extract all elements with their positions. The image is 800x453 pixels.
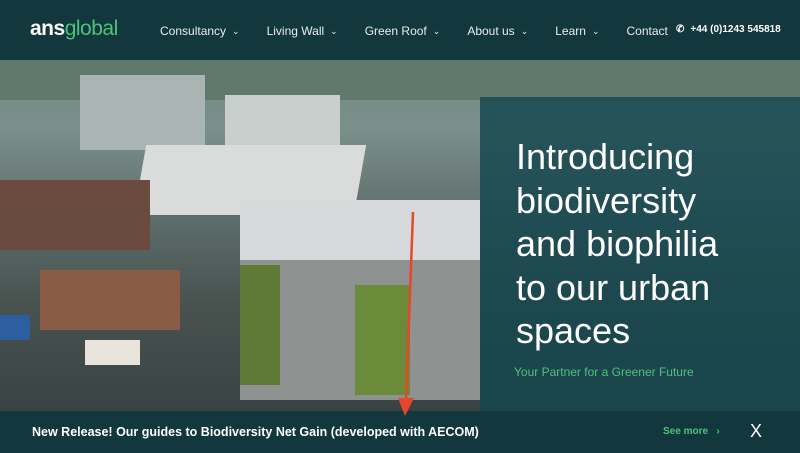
nav-about-us[interactable]: About us ⌄ (467, 24, 528, 38)
chevron-down-icon: ⌄ (520, 25, 529, 36)
chevron-down-icon: ⌄ (432, 25, 441, 36)
headline-line: biodiversity (516, 179, 697, 221)
headline-line: and biophilia (516, 223, 719, 264)
see-more-label: See more (663, 426, 709, 437)
logo[interactable]: ansglobal (30, 17, 118, 41)
see-more-link[interactable]: See more › (663, 426, 720, 437)
nav-green-roof[interactable]: Green Roof ⌄ (365, 24, 441, 38)
chevron-right-icon: › (716, 426, 720, 437)
hero-headline: Introducing biodiversity and biophilia t… (516, 135, 718, 353)
main-nav: Consultancy ⌄ Living Wall ⌄ Green Roof ⌄ Ab… (160, 24, 695, 38)
nav-contact[interactable]: Contact (626, 24, 667, 38)
nav-label: Green Roof (364, 24, 427, 38)
chevron-down-icon: ⌄ (232, 25, 240, 36)
nav-label: Consultancy (160, 24, 227, 38)
nav-label: About us (467, 24, 515, 38)
announcement-banner: New Release! Our guides to Biodiversity … (0, 411, 800, 453)
banner-text[interactable]: New Release! Our guides to Biodiversity … (32, 425, 479, 439)
nav-consultancy[interactable]: Consultancy ⌄ (160, 24, 240, 38)
hero-tagline: Your Partner for a Greener Future (514, 365, 694, 379)
hero-overlay-panel: Introducing biodiversity and biophilia t… (480, 97, 800, 411)
phone-icon: ✆ (676, 24, 685, 35)
logo-light: global (64, 17, 119, 40)
headline-line: spaces (516, 310, 631, 351)
headline-line: to our urban (516, 266, 711, 308)
nav-label: Contact (626, 24, 668, 38)
nav-label: Learn (555, 24, 586, 38)
logo-bold: ans (30, 17, 65, 40)
phone-number: +44 (0)1243 545818 (690, 24, 781, 35)
headline-line: Introducing (516, 136, 695, 177)
chevron-down-icon: ⌄ (591, 25, 600, 36)
chevron-down-icon: ⌄ (330, 25, 338, 36)
nav-living-wall[interactable]: Living Wall ⌄ (267, 24, 338, 38)
close-icon[interactable]: X (750, 421, 762, 442)
hero-section: Introducing biodiversity and biophilia t… (0, 60, 800, 411)
nav-learn[interactable]: Learn ⌄ (555, 24, 599, 38)
nav-label: Living Wall (266, 24, 325, 38)
phone-link[interactable]: ✆ +44 (0)1243 545818 (676, 24, 781, 35)
site-header: ansglobal Consultancy ⌄ Living Wall ⌄ Gree… (0, 0, 800, 60)
